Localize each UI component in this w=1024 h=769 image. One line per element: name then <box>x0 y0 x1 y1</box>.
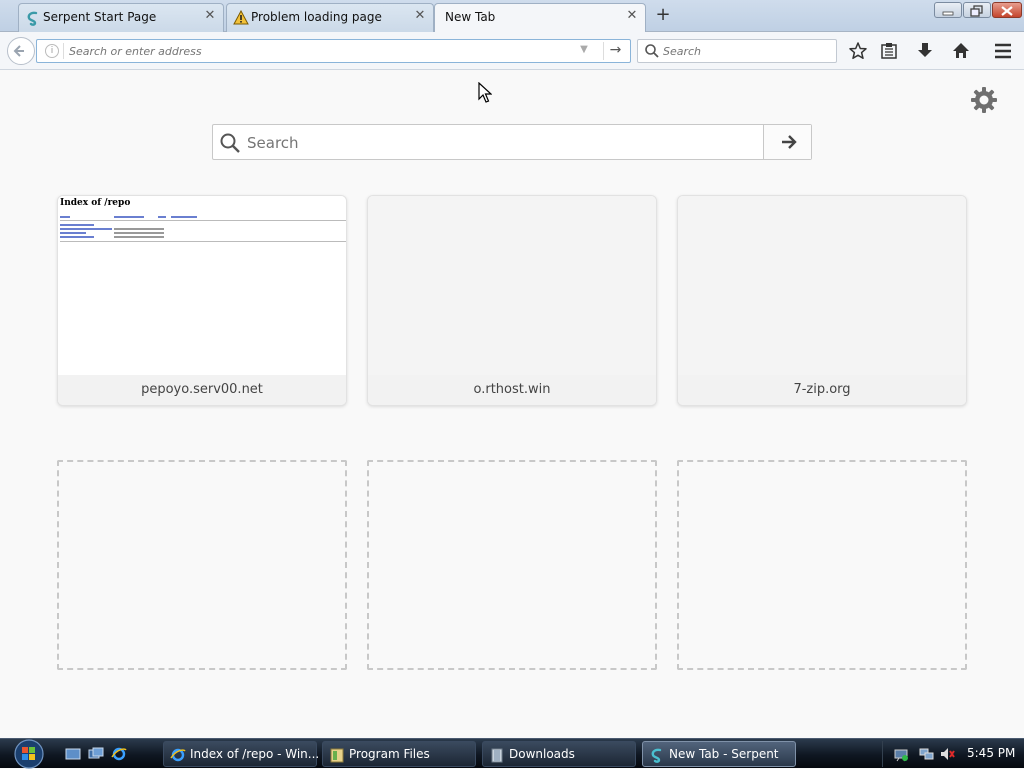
network-icon[interactable] <box>893 746 909 762</box>
arrow-right-icon <box>782 135 797 149</box>
top-site-tile[interactable]: Index of /repo pepoyo.serv00.net <box>57 195 347 406</box>
folder-icon <box>491 748 503 763</box>
empty-tile-placeholder <box>57 460 347 670</box>
tab-serpent-start-page[interactable]: Serpent Start Page ✕ <box>18 3 224 32</box>
new-tab-page: Index of /repo pepoyo.serv00.net o.rthos… <box>0 71 1024 738</box>
serpent-icon <box>651 748 662 763</box>
empty-tile-placeholder <box>677 460 967 670</box>
search-icon <box>220 133 240 153</box>
tab-problem-loading-page[interactable]: Problem loading page ✕ <box>226 3 434 32</box>
clock[interactable]: 5:45 PM <box>967 746 1015 760</box>
tab-label: Serpent Start Page <box>43 10 157 24</box>
ie-icon[interactable] <box>111 746 127 762</box>
tab-strip: Serpent Start Page ✕ Problem loading pag… <box>0 0 1024 33</box>
taskbar-item-label: Program Files <box>349 747 430 761</box>
site-info-icon[interactable]: i <box>45 44 59 58</box>
empty-tile-placeholder <box>367 460 657 670</box>
tile-label: 7-zip.org <box>678 375 966 405</box>
tab-new-tab[interactable]: New Tab ✕ <box>434 3 646 33</box>
tab-label: Problem loading page <box>251 10 382 24</box>
home-icon[interactable] <box>950 40 972 62</box>
reading-list-icon[interactable] <box>878 40 900 62</box>
gear-icon[interactable] <box>970 86 998 114</box>
search-bar[interactable] <box>637 39 837 63</box>
close-window-button[interactable] <box>992 2 1022 18</box>
back-button[interactable] <box>7 37 35 65</box>
plus-icon: + <box>655 4 671 25</box>
tile-thumbnail <box>368 196 656 376</box>
volume-muted-icon[interactable] <box>939 746 955 762</box>
folder-icon <box>330 748 344 763</box>
serpent-icon <box>27 11 38 26</box>
tile-label: pepoyo.serv00.net <box>58 375 346 405</box>
start-button[interactable] <box>8 739 50 769</box>
close-icon[interactable]: ✕ <box>625 8 639 24</box>
taskbar-item-label: New Tab - Serpent <box>669 747 779 761</box>
navigation-toolbar: i ▼ → <box>0 32 1024 70</box>
search-input[interactable] <box>663 43 828 59</box>
switch-windows-icon[interactable] <box>88 746 104 762</box>
taskbar: Index of /repo - Win... Program Files Do… <box>0 738 1024 769</box>
address-bar[interactable]: i ▼ → <box>36 39 631 63</box>
ie-icon <box>170 748 186 762</box>
taskbar-item-new-tab-serpent[interactable]: New Tab - Serpent <box>642 741 796 767</box>
close-icon[interactable]: ✕ <box>413 8 427 24</box>
close-icon <box>1001 6 1013 16</box>
tile-label: o.rthost.win <box>368 375 656 405</box>
search-icon <box>645 44 659 58</box>
search-submit-button[interactable] <box>763 125 811 159</box>
restore-icon <box>970 5 983 17</box>
taskbar-item-program-files[interactable]: Program Files <box>322 741 476 767</box>
taskbar-item-index-of-repo[interactable]: Index of /repo - Win... <box>163 741 320 767</box>
back-arrow-icon <box>13 45 24 57</box>
new-tab-button[interactable]: + <box>654 6 672 24</box>
connection-icon[interactable] <box>919 746 935 762</box>
close-icon[interactable]: ✕ <box>203 8 217 24</box>
address-input[interactable] <box>69 42 569 60</box>
tile-thumbnail <box>678 196 966 376</box>
system-tray: 5:45 PM <box>882 741 1024 767</box>
browser-window: Serpent Start Page ✕ Problem loading pag… <box>0 0 1024 769</box>
minimize-icon <box>942 11 954 16</box>
taskbar-item-label: Downloads <box>509 747 575 761</box>
go-arrow-icon[interactable]: → <box>603 42 627 60</box>
top-site-tile[interactable]: 7-zip.org <box>677 195 967 406</box>
bookmark-star-icon[interactable] <box>847 40 869 62</box>
newtab-search-input[interactable] <box>247 132 757 154</box>
divider <box>63 43 64 59</box>
thumbnail-title: Index of /repo <box>60 198 131 208</box>
tab-label: New Tab <box>445 10 496 24</box>
warning-icon <box>233 10 249 25</box>
top-site-tile[interactable]: o.rthost.win <box>367 195 657 406</box>
restore-button[interactable] <box>963 2 991 18</box>
show-desktop-icon[interactable] <box>65 746 81 762</box>
taskbar-item-downloads[interactable]: Downloads <box>482 741 636 767</box>
minimize-button[interactable] <box>934 2 962 18</box>
history-dropdown-icon[interactable]: ▼ <box>577 44 591 58</box>
newtab-search-box[interactable] <box>212 124 812 160</box>
tile-thumbnail: Index of /repo <box>58 196 346 376</box>
taskbar-item-label: Index of /repo - Win... <box>190 747 320 761</box>
menu-icon[interactable] <box>992 40 1014 62</box>
mouse-cursor-icon <box>478 82 492 103</box>
download-icon[interactable] <box>914 40 936 62</box>
